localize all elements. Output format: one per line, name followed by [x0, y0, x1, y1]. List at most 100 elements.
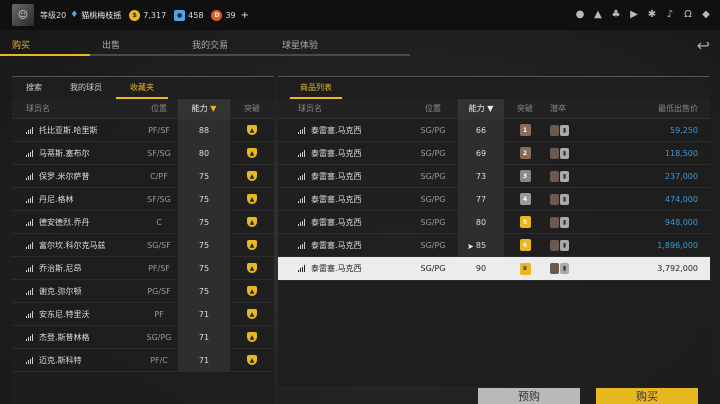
voucher-balance: D 39	[211, 9, 236, 21]
tab-listings[interactable]: 商品列表	[290, 77, 342, 99]
break-badge: 2	[519, 147, 531, 159]
video-icon[interactable]: ▶	[628, 8, 640, 20]
break-shield-icon: ▲	[247, 355, 257, 365]
voucher-value: 39	[225, 10, 236, 20]
break-shield-icon: ▲	[247, 332, 257, 342]
cards-cell: ▮	[546, 170, 592, 182]
ability-cell: 71	[178, 348, 230, 372]
preorder-button[interactable]: 预购	[478, 388, 580, 404]
subtab-favorites[interactable]: 收藏夹	[116, 77, 168, 99]
col-name: 球员名	[298, 104, 322, 113]
buy-button[interactable]: 购买	[596, 388, 698, 404]
break-cell: ▲	[230, 355, 274, 365]
col-name: 球员名	[26, 104, 50, 113]
table-row[interactable]: 丹尼.格林 SF/SG 75 ▲	[12, 187, 274, 211]
table-row[interactable]: 保罗.米尔萨普 C/PF 75 ▲	[12, 164, 274, 188]
break-shield-icon: ▲	[247, 217, 257, 227]
back-arrow-icon[interactable]: ↩	[697, 36, 710, 55]
ability-cell: 88	[178, 118, 230, 142]
signal-bars-icon	[298, 241, 305, 249]
player-name-cell: 乔治斯.尼昂	[12, 263, 140, 274]
position-cell: PF	[154, 309, 164, 319]
table-row[interactable]: 泰雷塞.马克西 SG/PG 73 3 ▮ 237,000	[278, 164, 710, 188]
position-cell: SG/SF	[147, 240, 171, 250]
table-row[interactable]: 马蒂斯.塞布尔 SF/SG 80 ▲	[12, 141, 274, 165]
card-icon	[550, 216, 559, 228]
col-ability[interactable]: 能力 ▼	[458, 98, 504, 119]
user-icon[interactable]: ●	[574, 8, 586, 20]
table-row[interactable]: 杰登.斯普林格 SG/PG 71 ▲	[12, 325, 274, 349]
notification-icon[interactable]: ♪	[664, 8, 676, 20]
player-name: 托比亚斯.哈里斯	[39, 125, 98, 135]
right-table-body: 泰雷塞.马克西 SG/PG 66 1 ▮ 59,250 泰雷塞.马克西 SG/PG 69 2 ▮ 11…	[278, 118, 710, 281]
player-name-cell: 迈克.斯科特	[12, 355, 140, 366]
col-ability[interactable]: 能力 ▼	[178, 98, 230, 119]
signal-bars-icon	[26, 126, 33, 134]
cards-cell: ▮	[546, 124, 592, 136]
player-name-cell: 谢克.弥尔顿	[12, 286, 140, 297]
table-row[interactable]: 富尔坎.科尔克马兹 SG/SF 75 ▲	[12, 233, 274, 257]
card-icon: ▮	[560, 170, 569, 182]
tab-star-experience[interactable]: 球星体验	[270, 36, 410, 56]
price-cell: 237,000	[664, 171, 698, 181]
break-cell: 5	[504, 216, 546, 228]
favorites-panel: 搜索 我的球员 收藏夹 球员名 位置 能力 ▼ 突破 托比亚斯.哈里斯 PF/SF…	[12, 76, 274, 404]
table-row[interactable]: 泰雷塞.马克西 SG/PG 66 1 ▮ 59,250	[278, 118, 710, 142]
table-row[interactable]: 泰雷塞.马克西 SG/PG 77 4 ▮ 474,000	[278, 187, 710, 211]
profile-icon[interactable]: ▲	[592, 8, 604, 20]
settings-icon[interactable]: ✱	[646, 8, 658, 20]
table-row[interactable]: 乔治斯.尼昂 PF/SF 75 ▲	[12, 256, 274, 280]
tab-sell[interactable]: 出售	[90, 36, 180, 56]
col-ability-label: 能力	[191, 103, 208, 113]
player-name: 泰雷塞.马克西	[311, 148, 362, 158]
signal-bars-icon	[26, 241, 33, 249]
price-cell: 1,896,000	[657, 240, 698, 250]
level-label: 等级20	[40, 10, 67, 20]
table-row[interactable]: 谢克.弥尔顿 PG/SF 75 ▲	[12, 279, 274, 303]
table-row[interactable]: 泰雷塞.马克西 SG/PG 69 2 ▮ 118,500	[278, 141, 710, 165]
table-row[interactable]: 托比亚斯.哈里斯 PF/SF 88 ▲	[12, 118, 274, 142]
card-icon	[550, 170, 559, 182]
subtab-search[interactable]: 搜索	[12, 77, 56, 99]
signal-bars-icon	[26, 172, 33, 180]
avatar[interactable]: ☺	[12, 4, 34, 26]
add-currency-button[interactable]: +	[241, 10, 249, 21]
table-row[interactable]: 安东尼.特里沃 PF 71 ▲	[12, 302, 274, 326]
position-cell: PF/C	[150, 355, 168, 365]
table-row[interactable]: 泰雷塞.马克西 SG/PG 80 5 ▮ 948,000	[278, 210, 710, 234]
subtab-my-players[interactable]: 我的球员	[56, 77, 116, 99]
signal-bars-icon	[298, 265, 305, 272]
shield-icon[interactable]: ◆	[700, 8, 712, 20]
player-name: 泰雷塞.马克西	[311, 171, 362, 181]
player-name: 泰雷塞.马克西	[311, 125, 362, 135]
player-name: 马蒂斯.塞布尔	[39, 148, 90, 158]
ability-cell: 69	[458, 141, 504, 165]
player-name-cell: 泰雷塞.马克西	[278, 194, 408, 205]
position-cell: SF/SG	[147, 148, 171, 158]
player-name-cell: 保罗.米尔萨普	[12, 171, 140, 182]
table-row[interactable]: 迈克.斯科特 PF/C 71 ▲	[12, 348, 274, 372]
break-cell: ▲	[230, 309, 274, 319]
break-shield-icon: ▲	[247, 125, 257, 135]
signal-bars-icon	[26, 287, 33, 295]
player-name: 猫桃梅枝摇	[81, 10, 122, 20]
tab-my-trades[interactable]: 我的交易	[180, 36, 270, 56]
table-row[interactable]: 泰雷塞.马克西 SG/PG 90 ♛ ▮ 3,792,000	[278, 257, 710, 281]
friends-icon[interactable]: ♣	[610, 8, 622, 20]
player-name-cell: 马蒂斯.塞布尔	[12, 148, 140, 159]
player-name: 杰登.斯普林格	[39, 332, 90, 342]
tab-buy[interactable]: 购买	[0, 36, 90, 56]
table-row[interactable]: 德安德烈.乔丹 C 75 ▲	[12, 210, 274, 234]
player-name-cell: 泰雷塞.马克西	[278, 148, 408, 159]
player-name-cell: 托比亚斯.哈里斯	[12, 125, 140, 136]
coin-value: 7,317	[143, 10, 167, 20]
position-cell: SG/PG	[420, 148, 446, 158]
ability-cell: 75	[178, 187, 230, 211]
headset-icon[interactable]: Ω	[682, 8, 694, 20]
position-cell: SG/PG	[420, 264, 446, 273]
top-icons: ● ▲ ♣ ▶ ✱ ♪ Ω ◆	[574, 8, 712, 20]
break-badge: 1	[519, 124, 531, 136]
left-table-header: 球员名 位置 能力 ▼ 突破	[12, 98, 274, 119]
table-row[interactable]: 泰雷塞.马克西 SG/PG 85 6 ▮ 1,896,000	[278, 233, 710, 257]
position-cell: SG/PG	[420, 125, 446, 135]
